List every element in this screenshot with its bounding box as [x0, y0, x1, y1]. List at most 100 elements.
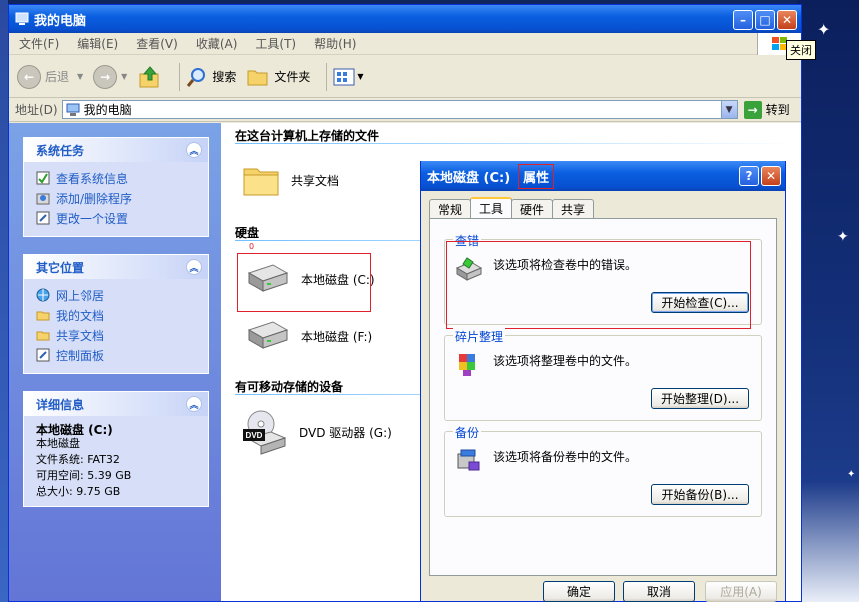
system-info-icon — [36, 171, 50, 185]
detail-total-size: 总大小: 9.75 GB — [36, 485, 121, 498]
panel-title: 详细信息 — [36, 397, 85, 412]
address-bar: 地址(D) 我的电脑 ▼ → 转到 — [9, 98, 801, 122]
my-documents-link[interactable]: 我的文档 — [36, 305, 198, 325]
folders-label: 文件夹 — [274, 70, 311, 84]
views-icon — [333, 68, 355, 85]
detail-free-space: 可用空间: 5.39 GB — [36, 469, 132, 482]
toolbar-separator — [326, 62, 328, 91]
search-icon — [187, 67, 206, 87]
dialog-close-button[interactable]: ✕ — [761, 166, 781, 186]
tab-hardware[interactable]: 硬件 — [511, 199, 554, 218]
network-icon — [36, 288, 50, 302]
group-divider — [235, 143, 795, 144]
highlight-box-drive-c — [237, 253, 371, 312]
link-label: 我的文档 — [56, 308, 105, 323]
details-header[interactable]: 详细信息 ︽ — [24, 392, 208, 416]
address-dropdown-icon[interactable]: ▼ — [720, 101, 737, 118]
shared-folder-icon — [36, 331, 50, 341]
dropdown-icon: ▼ — [77, 72, 84, 81]
task-pane: 系统任务 ︽ 查看系统信息 添加/删除程序 更改一个设置 其它位置 ︽ 网上邻居… — [9, 123, 221, 601]
search-button[interactable]: 搜索 — [186, 66, 236, 88]
menu-file[interactable]: 文件(F) — [19, 35, 59, 52]
minimize-button[interactable]: – — [733, 10, 753, 30]
menu-help[interactable]: 帮助(H) — [314, 35, 356, 52]
dialog-title-bar[interactable]: 本地磁盘 (C:) 属性 ? ✕ — [421, 161, 785, 191]
drive-f-item[interactable]: 本地磁盘 (F:) — [243, 316, 372, 356]
forward-button[interactable]: → ▼ — [93, 64, 128, 89]
system-tasks-header[interactable]: 系统任务 ︽ — [24, 138, 208, 162]
backup-section: 备份 该选项将备份卷中的文件。 开始备份(B)... — [444, 424, 762, 517]
address-label: 地址(D) — [15, 103, 58, 117]
menu-bar: 文件(F) 编辑(E) 查看(V) 收藏(A) 工具(T) 帮助(H) — [9, 33, 801, 55]
settings-icon — [36, 211, 50, 225]
dropdown-icon: ▼ — [121, 72, 128, 81]
tab-tools[interactable]: 工具 — [470, 197, 513, 218]
close-tooltip: 关闭 — [786, 40, 816, 60]
backup-icon — [457, 449, 480, 471]
system-tasks-body: 查看系统信息 添加/删除程序 更改一个设置 — [24, 162, 208, 236]
go-label: 转到 — [765, 103, 790, 117]
collapse-icon[interactable]: ︽ — [186, 142, 202, 158]
search-label: 搜索 — [212, 70, 237, 84]
other-places-panel: 其它位置 ︽ 网上邻居 我的文档 共享文档 控制面板 — [23, 254, 209, 374]
menu-tools[interactable]: 工具(T) — [255, 35, 296, 52]
shared-documents-item[interactable]: 共享文档 — [241, 160, 339, 200]
shared-documents-link[interactable]: 共享文档 — [36, 325, 198, 345]
toolbar-separator — [179, 62, 181, 91]
star-icon: ✦ — [837, 229, 849, 245]
link-label: 查看系统信息 — [56, 171, 129, 186]
section-label: 备份 — [453, 424, 482, 441]
tab-strip: 常规 工具 硬件 共享 — [429, 197, 595, 218]
collapse-icon[interactable]: ︽ — [186, 396, 202, 412]
dialog-title: 本地磁盘 (C:) — [427, 170, 511, 186]
folder-icon — [247, 70, 268, 85]
address-value: 我的电脑 — [83, 103, 132, 117]
tab-sharing[interactable]: 共享 — [552, 199, 595, 218]
folders-button[interactable]: 文件夹 — [246, 66, 310, 88]
title-bar[interactable]: 我的电脑 – □ ✕ — [9, 5, 801, 33]
stored-files-group-title: 在这台计算机上存储的文件 — [235, 129, 380, 143]
maximize-button[interactable]: □ — [755, 10, 775, 30]
panel-title: 其它位置 — [36, 260, 85, 275]
close-button[interactable]: ✕ — [777, 10, 797, 30]
item-label: DVD 驱动器 (G:) — [299, 425, 392, 440]
views-button[interactable]: ▼ — [333, 67, 364, 87]
add-remove-icon — [36, 193, 50, 205]
menu-favorites[interactable]: 收藏(A) — [196, 35, 238, 52]
apply-button[interactable]: 应用(A) — [705, 581, 777, 602]
control-panel-link[interactable]: 控制面板 — [36, 345, 198, 365]
other-places-header[interactable]: 其它位置 ︽ — [24, 255, 208, 279]
go-button[interactable]: → 转到 — [743, 100, 790, 119]
cancel-button[interactable]: 取消 — [623, 581, 695, 602]
ok-button[interactable]: 确定 — [543, 581, 615, 602]
view-system-info-link[interactable]: 查看系统信息 — [36, 168, 198, 188]
address-input[interactable]: 我的电脑 ▼ — [61, 100, 738, 119]
section-label: 碎片整理 — [453, 328, 506, 345]
detail-filesystem: 文件系统: FAT32 — [36, 453, 120, 466]
start-defrag-button[interactable]: 开始整理(D)... — [651, 388, 749, 409]
back-button[interactable]: ← 后退 ▼ — [17, 64, 84, 89]
tab-general[interactable]: 常规 — [429, 199, 472, 218]
defrag-section: 碎片整理 该选项将整理卷中的文件。 开始整理(D)... — [444, 328, 762, 421]
change-setting-link[interactable]: 更改一个设置 — [36, 208, 198, 228]
up-button[interactable] — [137, 64, 163, 90]
menu-edit[interactable]: 编辑(E) — [77, 35, 118, 52]
panel-title: 系统任务 — [36, 143, 85, 158]
item-label: 共享文档 — [291, 173, 340, 188]
defrag-icon — [459, 354, 475, 376]
highlight-box-check — [446, 241, 751, 329]
item-label: 本地磁盘 (F:) — [301, 329, 373, 344]
hard-disk-group-title: 硬盘 — [235, 226, 260, 240]
add-remove-programs-link[interactable]: 添加/删除程序 — [36, 188, 198, 208]
dvd-drive-item[interactable]: DVD DVD 驱动器 (G:) — [241, 408, 392, 456]
start-backup-button[interactable]: 开始备份(B)... — [651, 484, 749, 505]
star-icon: ✦ — [847, 469, 856, 480]
menu-view[interactable]: 查看(V) — [136, 35, 178, 52]
link-label: 网上邻居 — [56, 288, 105, 303]
other-places-body: 网上邻居 我的文档 共享文档 控制面板 — [24, 279, 208, 373]
collapse-icon[interactable]: ︽ — [186, 259, 202, 275]
properties-dialog: 本地磁盘 (C:) 属性 ? ✕ 常规 工具 硬件 共享 查错 该选项将检查卷中… — [420, 161, 786, 602]
help-button[interactable]: ? — [739, 166, 759, 186]
dvd-drive-icon: DVD — [243, 410, 287, 455]
network-places-link[interactable]: 网上邻居 — [36, 285, 198, 305]
